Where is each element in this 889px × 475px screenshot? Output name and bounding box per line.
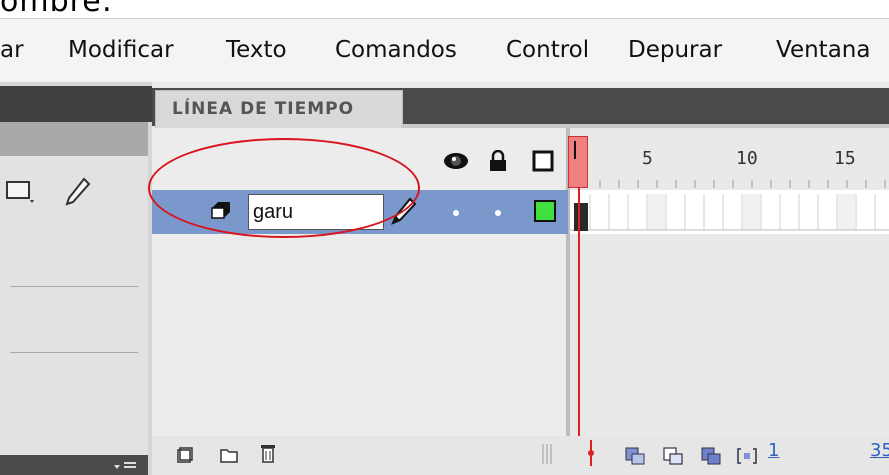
tools-panel-header bbox=[0, 86, 152, 122]
modify-onion-markers-icon[interactable] bbox=[736, 446, 758, 470]
panel-menu-icon[interactable] bbox=[110, 459, 140, 473]
tools-area bbox=[0, 156, 148, 468]
divider bbox=[10, 352, 138, 353]
playhead[interactable] bbox=[568, 136, 588, 188]
onion-outline-icon[interactable] bbox=[662, 446, 684, 470]
menu-item-comandos[interactable]: Comandos bbox=[335, 37, 457, 63]
playhead-line bbox=[578, 188, 580, 464]
ruler-label: 5 bbox=[642, 148, 653, 169]
frame-ruler[interactable] bbox=[590, 180, 889, 188]
frame-cells[interactable] bbox=[570, 190, 889, 234]
page-caption: ombre: bbox=[0, 0, 113, 19]
new-layer-icon[interactable] bbox=[176, 446, 194, 468]
visibility-dot[interactable] bbox=[453, 210, 459, 216]
tab-timeline-label: LÍNEA DE TIEMPO bbox=[172, 99, 355, 119]
frames-row[interactable] bbox=[570, 190, 889, 234]
rectangle-tool-icon[interactable] bbox=[6, 180, 34, 203]
new-folder-icon[interactable] bbox=[219, 446, 239, 468]
tools-panel-strip bbox=[0, 122, 148, 156]
menu-bar: ar Modificar Texto Comandos Control Depu… bbox=[0, 18, 889, 83]
tab-timeline[interactable]: LÍNEA DE TIEMPO bbox=[155, 90, 403, 129]
annotation-ellipse bbox=[148, 138, 420, 238]
center-frame-icon[interactable] bbox=[584, 440, 598, 470]
outline-icon[interactable] bbox=[532, 150, 554, 176]
eye-icon[interactable] bbox=[442, 150, 470, 176]
lock-dot[interactable] bbox=[495, 210, 501, 216]
divider bbox=[10, 286, 138, 287]
menu-item-texto[interactable]: Texto bbox=[226, 37, 287, 63]
layer-outline-color[interactable] bbox=[534, 200, 556, 222]
tools-panel-footer bbox=[0, 455, 148, 475]
delete-trash-icon[interactable] bbox=[259, 442, 277, 468]
menu-item-modificar[interactable]: Modificar bbox=[68, 37, 174, 63]
ruler-label: 15 bbox=[834, 148, 856, 169]
frame-rate-readout[interactable]: 35 bbox=[870, 440, 889, 461]
menu-item-ventana[interactable]: Ventana bbox=[776, 37, 870, 63]
edit-multiple-frames-icon[interactable] bbox=[700, 446, 722, 470]
menu-item-depurar[interactable]: Depurar bbox=[628, 37, 722, 63]
keyframe[interactable] bbox=[574, 203, 588, 231]
lock-icon[interactable] bbox=[488, 149, 508, 176]
menu-item-insertar[interactable]: ar bbox=[0, 37, 24, 63]
ruler-label: 10 bbox=[736, 148, 758, 169]
resize-handle-icon[interactable] bbox=[541, 444, 553, 468]
current-frame-readout[interactable]: 1 bbox=[768, 440, 779, 461]
menu-item-control[interactable]: Control bbox=[506, 37, 589, 63]
pencil-tool-icon[interactable] bbox=[64, 176, 91, 206]
onion-skin-icon[interactable] bbox=[624, 446, 646, 470]
